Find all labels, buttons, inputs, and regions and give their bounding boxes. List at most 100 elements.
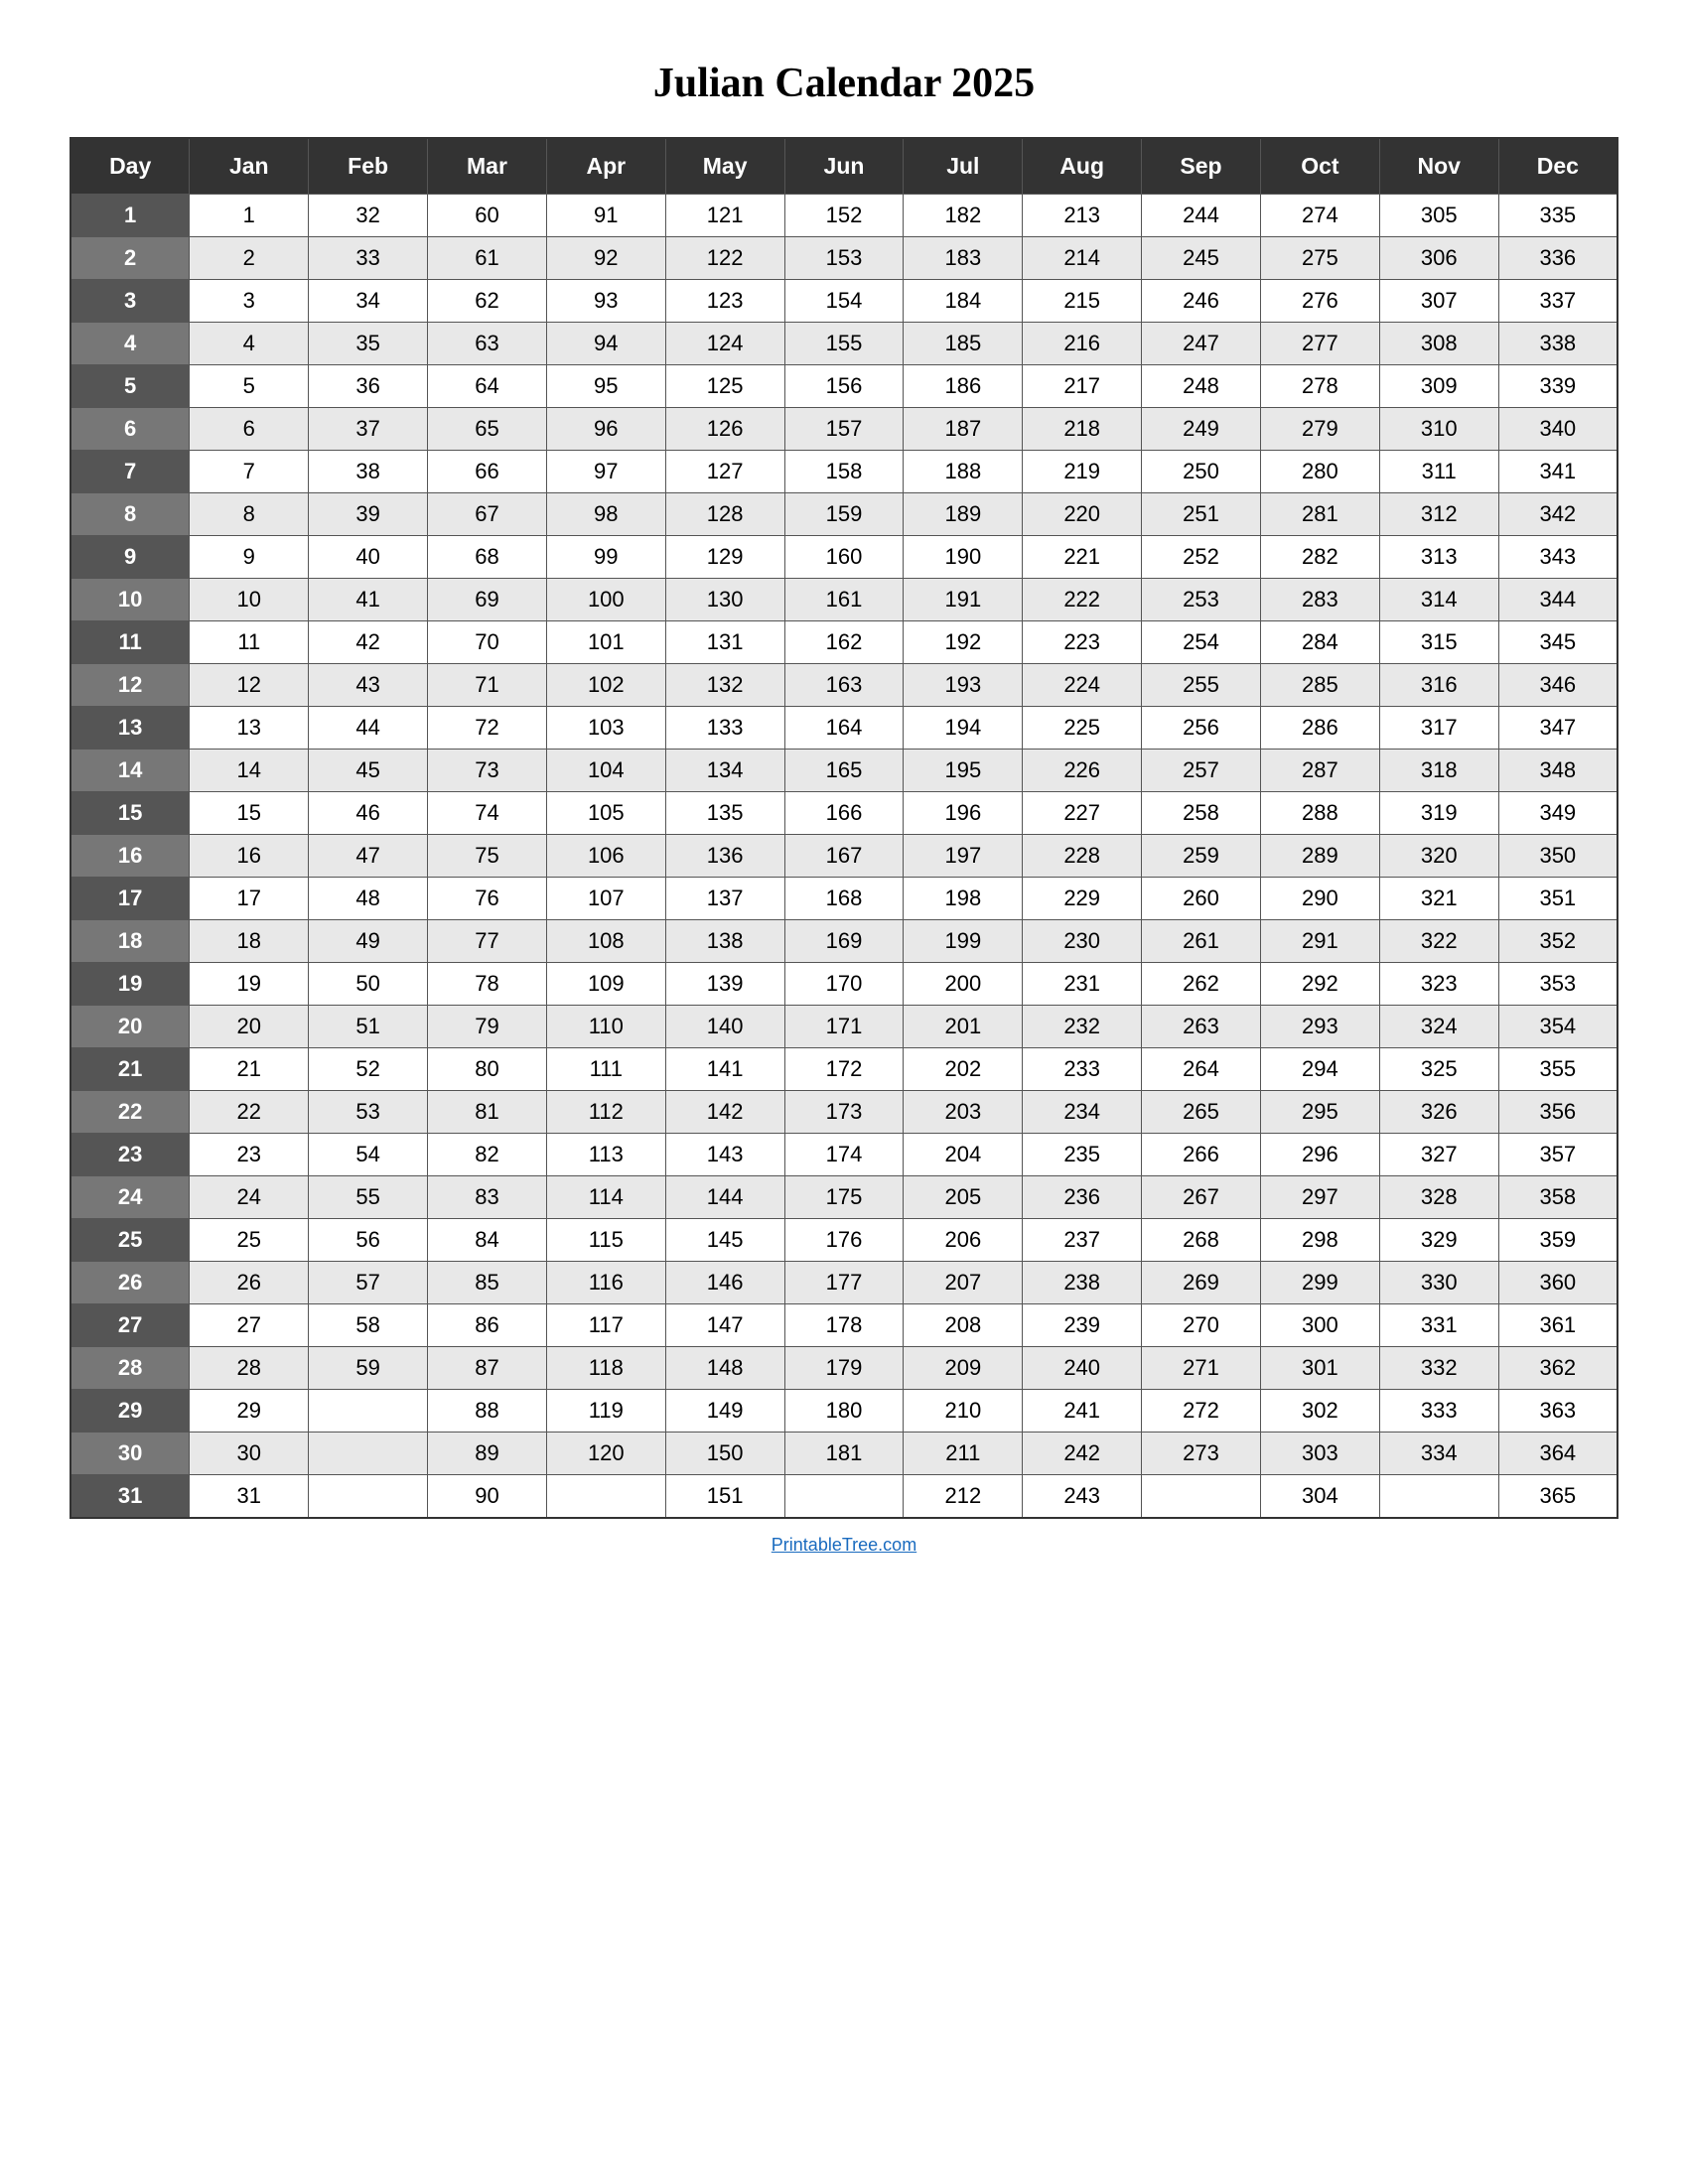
value-cell: 355 <box>1498 1048 1618 1091</box>
value-cell: 218 <box>1023 408 1142 451</box>
value-cell: 330 <box>1379 1262 1498 1304</box>
value-cell: 59 <box>309 1347 428 1390</box>
header-cell-apr: Apr <box>546 138 665 195</box>
value-cell: 194 <box>904 707 1023 750</box>
value-cell: 191 <box>904 579 1023 621</box>
value-cell: 154 <box>784 280 904 323</box>
day-cell: 14 <box>70 750 190 792</box>
value-cell: 263 <box>1142 1006 1261 1048</box>
value-cell: 276 <box>1260 280 1379 323</box>
table-row: 28285987118148179209240271301332362 <box>70 1347 1618 1390</box>
value-cell: 259 <box>1142 835 1261 878</box>
value-cell: 244 <box>1142 195 1261 237</box>
value-cell: 278 <box>1260 365 1379 408</box>
header-cell-mar: Mar <box>428 138 547 195</box>
value-cell: 63 <box>428 323 547 365</box>
value-cell: 58 <box>309 1304 428 1347</box>
table-row: 20205179110140171201232263293324354 <box>70 1006 1618 1048</box>
value-cell: 215 <box>1023 280 1142 323</box>
value-cell: 234 <box>1023 1091 1142 1134</box>
value-cell: 25 <box>190 1219 309 1262</box>
value-cell: 90 <box>428 1475 547 1519</box>
value-cell: 313 <box>1379 536 1498 579</box>
value-cell: 119 <box>546 1390 665 1433</box>
value-cell: 356 <box>1498 1091 1618 1134</box>
value-cell: 213 <box>1023 195 1142 237</box>
value-cell: 256 <box>1142 707 1261 750</box>
value-cell: 105 <box>546 792 665 835</box>
value-cell: 128 <box>665 493 784 536</box>
value-cell: 286 <box>1260 707 1379 750</box>
value-cell: 153 <box>784 237 904 280</box>
value-cell: 145 <box>665 1219 784 1262</box>
value-cell: 70 <box>428 621 547 664</box>
value-cell: 57 <box>309 1262 428 1304</box>
value-cell: 156 <box>784 365 904 408</box>
value-cell: 346 <box>1498 664 1618 707</box>
value-cell: 235 <box>1023 1134 1142 1176</box>
value-cell: 15 <box>190 792 309 835</box>
value-cell: 275 <box>1260 237 1379 280</box>
value-cell: 335 <box>1498 195 1618 237</box>
value-cell <box>309 1433 428 1475</box>
value-cell: 302 <box>1260 1390 1379 1433</box>
value-cell: 172 <box>784 1048 904 1091</box>
value-cell: 343 <box>1498 536 1618 579</box>
day-cell: 31 <box>70 1475 190 1519</box>
value-cell: 92 <box>546 237 665 280</box>
value-cell: 257 <box>1142 750 1261 792</box>
value-cell: 173 <box>784 1091 904 1134</box>
value-cell: 264 <box>1142 1048 1261 1091</box>
value-cell: 224 <box>1023 664 1142 707</box>
footer-link[interactable]: PrintableTree.com <box>772 1535 916 1556</box>
value-cell: 184 <box>904 280 1023 323</box>
value-cell: 81 <box>428 1091 547 1134</box>
value-cell: 131 <box>665 621 784 664</box>
day-cell: 28 <box>70 1347 190 1390</box>
value-cell: 348 <box>1498 750 1618 792</box>
value-cell: 291 <box>1260 920 1379 963</box>
value-cell: 69 <box>428 579 547 621</box>
value-cell: 149 <box>665 1390 784 1433</box>
value-cell: 347 <box>1498 707 1618 750</box>
value-cell: 144 <box>665 1176 784 1219</box>
value-cell: 20 <box>190 1006 309 1048</box>
value-cell: 99 <box>546 536 665 579</box>
value-cell: 277 <box>1260 323 1379 365</box>
value-cell: 329 <box>1379 1219 1498 1262</box>
value-cell: 305 <box>1379 195 1498 237</box>
value-cell: 233 <box>1023 1048 1142 1091</box>
value-cell: 319 <box>1379 792 1498 835</box>
value-cell: 49 <box>309 920 428 963</box>
value-cell: 210 <box>904 1390 1023 1433</box>
table-row: 18184977108138169199230261291322352 <box>70 920 1618 963</box>
value-cell: 211 <box>904 1433 1023 1475</box>
value-cell: 202 <box>904 1048 1023 1091</box>
value-cell: 361 <box>1498 1304 1618 1347</box>
day-cell: 6 <box>70 408 190 451</box>
day-cell: 4 <box>70 323 190 365</box>
value-cell: 4 <box>190 323 309 365</box>
value-cell: 312 <box>1379 493 1498 536</box>
value-cell: 22 <box>190 1091 309 1134</box>
value-cell: 341 <box>1498 451 1618 493</box>
value-cell: 221 <box>1023 536 1142 579</box>
value-cell: 137 <box>665 878 784 920</box>
value-cell: 240 <box>1023 1347 1142 1390</box>
value-cell: 327 <box>1379 1134 1498 1176</box>
table-row: 22336192122153183214245275306336 <box>70 237 1618 280</box>
value-cell: 24 <box>190 1176 309 1219</box>
value-cell: 111 <box>546 1048 665 1091</box>
value-cell: 17 <box>190 878 309 920</box>
value-cell: 255 <box>1142 664 1261 707</box>
table-row: 11114270101131162192223254284315345 <box>70 621 1618 664</box>
value-cell: 135 <box>665 792 784 835</box>
value-cell: 46 <box>309 792 428 835</box>
table-row: 292988119149180210241272302333363 <box>70 1390 1618 1433</box>
value-cell: 282 <box>1260 536 1379 579</box>
table-row: 26265785116146177207238269299330360 <box>70 1262 1618 1304</box>
value-cell: 124 <box>665 323 784 365</box>
value-cell: 78 <box>428 963 547 1006</box>
value-cell: 110 <box>546 1006 665 1048</box>
value-cell: 8 <box>190 493 309 536</box>
